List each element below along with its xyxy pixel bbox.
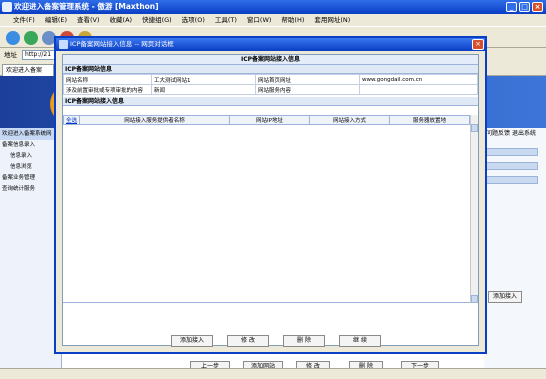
col-access-method: 网站接入方式	[309, 115, 390, 125]
modify-button[interactable]: 修 改	[227, 335, 269, 347]
menu-bar: 文件(F) 编辑(E) 查看(V) 收藏(A) 快捷组(G) 选项(O) 工具(…	[0, 14, 546, 26]
dialog-icon	[59, 40, 68, 49]
address-label: 地址	[4, 51, 17, 59]
site-url-label: 网站首页网址	[255, 74, 360, 85]
approval-value: 新闻	[151, 84, 256, 95]
site-info-table: 网站名称 工大测试网站1 网站首页网址 www.gongdail.com.cn …	[63, 74, 478, 95]
site-name-value: 工大测试网站1	[151, 74, 256, 85]
service-content-value	[359, 84, 478, 95]
nav-item-info-browse[interactable]: 信息浏览	[0, 162, 61, 173]
select-all-link[interactable]: 全选	[66, 116, 77, 124]
dialog-button-row: 添加接入 修 改 删 除 继 续	[63, 335, 480, 349]
dialog-title: ICP备案网站接入信息 -- 网页对话框	[70, 40, 174, 48]
table-header-row: 全选 网站接入服务提供者名称 网站IP地址 网站接入方式 服务器放置地	[63, 115, 470, 125]
nav-item-query[interactable]: 查询统计服务	[0, 184, 61, 195]
delete-button[interactable]: 删 除	[283, 335, 325, 347]
menu-edit[interactable]: 编辑(E)	[40, 14, 72, 26]
dialog-close-button[interactable]: ×	[472, 39, 484, 50]
menu-options[interactable]: 选项(O)	[177, 14, 210, 26]
window-title: 欢迎进入备案管理系统 - 傲游 [Maxthon]	[14, 2, 159, 11]
menu-window[interactable]: 窗口(W)	[242, 14, 277, 26]
access-grid-table: 全选 网站接入服务提供者名称 网站IP地址 网站接入方式 服务器放置地	[63, 115, 470, 125]
back-icon[interactable]	[6, 31, 20, 45]
approval-label: 涉及前置审批或专项审批的内容	[63, 84, 152, 95]
service-content-label: 网站服务内容	[255, 84, 360, 95]
left-nav-header: 欢迎进入备案系统网	[0, 128, 61, 140]
feedback-link[interactable]: 问题反馈	[486, 128, 510, 140]
dialog-body: ICP备案网站接入信息 ICP备案网站信息 网站名称 工大测试网站1 网站首页网…	[62, 54, 480, 349]
right-bar-3	[486, 176, 538, 184]
menu-file[interactable]: 文件(F)	[8, 14, 40, 26]
grid-scrollbar[interactable]	[470, 115, 478, 303]
access-info-dialog: ICP备案网站接入信息 -- 网页对话框 × ICP备案网站接入信息 ICP备案…	[54, 36, 487, 354]
table-row: 网站名称 工大测试网站1 网站首页网址 www.gongdail.com.cn	[63, 74, 478, 85]
add-access-button-bg[interactable]: 添加接入	[488, 291, 522, 303]
right-panel: 问题反馈 退出系统 添加接入	[484, 128, 546, 379]
table-row: 涉及前置审批或专项审批的内容 新闻 网站服务内容	[63, 84, 478, 95]
menu-tools[interactable]: 工具(T)	[210, 14, 242, 26]
site-name-label: 网站名称	[63, 74, 152, 85]
scroll-down-icon[interactable]	[471, 295, 478, 303]
col-provider: 网站接入服务提供者名称	[79, 115, 230, 125]
app-icon	[2, 2, 12, 12]
forward-icon[interactable]	[24, 31, 38, 45]
nav-item-business[interactable]: 备案业务管理	[0, 173, 61, 184]
site-section-title: ICP备案网站信息	[63, 65, 478, 74]
dialog-title-bar: ICP备案网站接入信息 -- 网页对话框 ×	[56, 38, 485, 51]
form-title: ICP备案网站接入信息	[63, 55, 478, 65]
maximize-button[interactable]: □	[519, 2, 530, 12]
right-bar-2	[486, 162, 538, 170]
nav-item-record-entry[interactable]: 备案信息录入	[0, 140, 61, 151]
col-server-location: 服务器放置地	[389, 115, 470, 125]
menu-groups[interactable]: 快捷组(G)	[137, 14, 177, 26]
right-bar-1	[486, 148, 538, 156]
status-bar	[0, 368, 546, 379]
nav-item-info-entry[interactable]: 信息录入	[0, 151, 61, 162]
menu-favorites[interactable]: 收藏(A)	[105, 14, 138, 26]
close-button[interactable]: ×	[532, 2, 543, 12]
select-all-cell: 全选	[63, 115, 80, 125]
access-section-title: ICP备案网站接入信息	[63, 97, 478, 106]
continue-button[interactable]: 继 续	[339, 335, 381, 347]
access-grid: 全选 网站接入服务提供者名称 网站IP地址 网站接入方式 服务器放置地	[63, 115, 478, 303]
add-access-button[interactable]: 添加接入	[171, 335, 213, 347]
menu-url[interactable]: 套用网址(N)	[309, 14, 355, 26]
site-url-value: www.gongdail.com.cn	[359, 74, 478, 85]
menu-view[interactable]: 查看(V)	[72, 14, 105, 26]
scroll-up-icon[interactable]	[471, 124, 478, 132]
minimize-button[interactable]: _	[506, 2, 517, 12]
col-ip: 网站IP地址	[229, 115, 310, 125]
window-title-bar: 欢迎进入备案管理系统 - 傲游 [Maxthon] _ □ ×	[0, 0, 546, 14]
logout-link[interactable]: 退出系统	[512, 128, 536, 140]
left-nav: 欢迎进入备案系统网 备案信息录入 信息录入 信息浏览 备案业务管理 查询统计服务	[0, 128, 62, 379]
tab-welcome[interactable]: 欢迎进入备案	[2, 64, 54, 76]
menu-help[interactable]: 帮助(H)	[276, 14, 309, 26]
